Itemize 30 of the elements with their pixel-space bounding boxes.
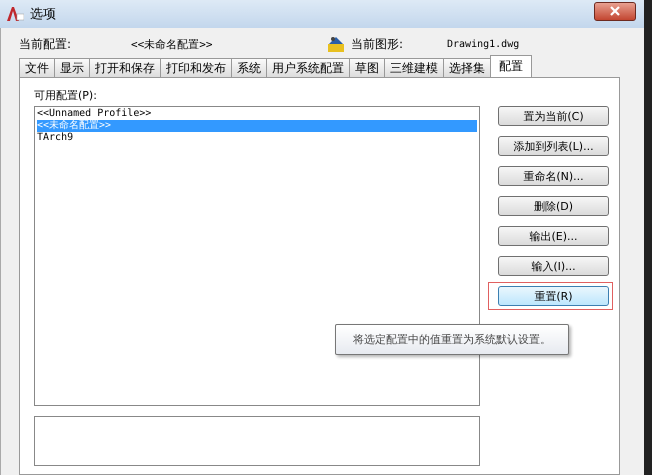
drawing-value: Drawing1.dwg xyxy=(447,38,520,50)
tab[interactable]: 打开和保存 xyxy=(89,58,161,77)
tab[interactable]: 配置 xyxy=(490,55,532,77)
drawing-label: 当前图形: xyxy=(351,36,404,52)
profile-item[interactable]: TArch9 xyxy=(37,132,477,144)
tab[interactable]: 三维建模 xyxy=(384,58,444,77)
profile-button[interactable]: 添加到列表(L)... xyxy=(498,136,609,156)
close-button[interactable] xyxy=(594,2,636,20)
drawing-icon xyxy=(327,35,345,53)
profile-item[interactable]: <<Unnamed Profile>> xyxy=(37,108,477,120)
tab[interactable]: 打印和发布 xyxy=(160,58,232,77)
profile-button[interactable]: 输入(I)... xyxy=(498,256,609,276)
tab[interactable]: 文件 xyxy=(19,58,55,77)
profile-value: <<未命名配置>> xyxy=(131,36,214,52)
close-icon xyxy=(610,6,620,16)
tab[interactable]: 选择集 xyxy=(443,58,491,77)
tab[interactable]: 草图 xyxy=(349,58,385,77)
profile-button[interactable]: 输出(E)... xyxy=(498,226,609,246)
tooltip: 将选定配置中的值重置为系统默认设置。 xyxy=(335,324,569,355)
profile-button[interactable]: 重置(R) xyxy=(498,286,609,306)
profile-label: 当前配置: xyxy=(19,36,72,52)
tab[interactable]: 用户系统配置 xyxy=(266,58,350,77)
profiles-label: 可用配置(P): xyxy=(34,88,98,104)
profile-button[interactable]: 重命名(N)... xyxy=(498,166,609,186)
app-icon xyxy=(6,6,24,22)
window-title: 选项 xyxy=(30,6,57,23)
profile-button[interactable]: 置为当前(C) xyxy=(498,106,609,126)
tab[interactable]: 显示 xyxy=(54,58,90,77)
tab[interactable]: 系统 xyxy=(231,58,267,77)
profile-button[interactable]: 删除(D) xyxy=(498,196,609,216)
